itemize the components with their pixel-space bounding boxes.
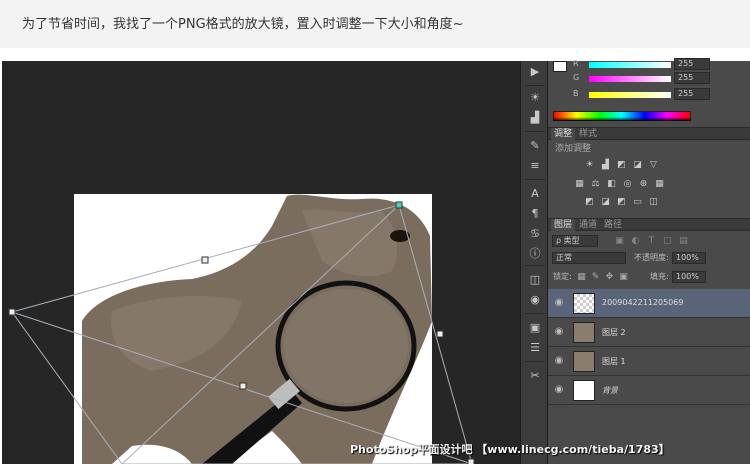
tab-paths[interactable]: 路径 [601, 219, 625, 231]
transform-handle [201, 256, 209, 264]
r-value-field[interactable]: 255 [674, 58, 710, 70]
eye-icon[interactable]: ◉ [526, 293, 544, 307]
pixel-filter-icon[interactable]: ▣ [614, 236, 625, 246]
adjustments-tabbar: 调整 样式 [548, 127, 750, 140]
photo-filter-icon[interactable]: ◎ [622, 179, 633, 189]
shape-filter-icon[interactable]: ▢ [662, 236, 673, 246]
threshold-icon[interactable]: ◩ [616, 197, 627, 207]
fill-field[interactable]: 100% [672, 271, 706, 283]
visibility-eye-icon[interactable]: ◉ [553, 326, 565, 338]
text-icon[interactable]: A [526, 187, 544, 201]
lock-label: 锁定: [553, 272, 572, 281]
vibrance-icon[interactable]: ▽ [648, 160, 659, 170]
visibility-eye-icon[interactable]: ◉ [553, 297, 565, 309]
adjustments-title: 添加调整 [555, 144, 592, 154]
b-value-field[interactable]: 255 [674, 88, 710, 100]
layer-row[interactable]: ◉ 图层 2 [548, 318, 750, 347]
layer-thumbnail [573, 351, 595, 372]
transform-handle [395, 201, 403, 209]
navigator-icon[interactable]: ▣ [526, 321, 544, 335]
exposure-icon[interactable]: ◪ [632, 160, 643, 170]
visibility-eye-icon[interactable]: ◉ [553, 355, 565, 367]
watermark: PhotoShop平面设计吧 【www.linecg.com/tieba/178… [350, 443, 670, 456]
info-icon[interactable]: ⓘ [526, 247, 544, 261]
blend-mode-select[interactable]: 正常 [552, 252, 626, 264]
color-slider-b[interactable]: B 255 [573, 88, 748, 101]
lock-position-icon[interactable]: ✥ [604, 272, 615, 282]
transform-handle [8, 308, 16, 316]
lock-transparency-icon[interactable]: ▦ [576, 272, 587, 282]
lock-pixels-icon[interactable]: ✎ [590, 272, 601, 282]
foreground-swatch[interactable] [553, 61, 567, 72]
type-filter-icon[interactable]: T [646, 236, 657, 246]
notes-icon[interactable]: ☰ [526, 341, 544, 355]
adjust-icon[interactable]: ≡ [526, 159, 544, 173]
document-canvas[interactable] [2, 61, 520, 464]
caption-bar: 为了节省时间，我找了一个PNG格式的放大镜，置入时调整一下大小和角度~ [0, 0, 750, 48]
brightness-icon[interactable]: ☀ [584, 160, 595, 170]
transform-handle [467, 458, 475, 464]
fill-label: 填充: [650, 272, 669, 281]
slider-track-g[interactable] [589, 76, 671, 82]
levels-icon[interactable]: ▟ [600, 160, 611, 170]
g-value-field[interactable]: 255 [674, 72, 710, 84]
layers-comp-icon[interactable]: ◫ [526, 273, 544, 287]
layer-thumbnail [573, 380, 595, 401]
tab-layers[interactable]: 图层 [551, 219, 576, 231]
invert-icon[interactable]: ◩ [584, 197, 595, 207]
hue-icon[interactable]: ▦ [574, 179, 585, 189]
selective-color-icon[interactable]: ◫ [648, 197, 659, 207]
brush-icon[interactable]: ✎ [526, 139, 544, 153]
adjustment-filter-icon[interactable]: ◐ [630, 236, 641, 246]
layer-row[interactable]: ◉ 2009042211205069 [548, 289, 750, 318]
panel-dock-strip: ▶ ☀ ▟ ✎ ≡ A ¶ ♋ ⓘ ◫ ◉ ▣ ☰ ✂ [520, 61, 548, 464]
opacity-field[interactable]: 100% [672, 252, 706, 264]
tab-styles[interactable]: 样式 [576, 128, 600, 140]
mixer-icon[interactable]: ⊛ [638, 179, 649, 189]
layers-tabbar: 图层 通道 路径 [548, 218, 750, 231]
sun-icon[interactable]: ☀ [526, 91, 544, 105]
caption-text: 为了节省时间，我找了一个PNG格式的放大镜，置入时调整一下大小和角度~ [22, 17, 464, 32]
bw-icon[interactable]: ◧ [606, 179, 617, 189]
balance-icon[interactable]: ⚖ [590, 179, 601, 189]
curves-icon[interactable]: ◩ [616, 160, 627, 170]
canvas-workspace[interactable] [2, 61, 520, 464]
histogram-icon[interactable]: ▟ [526, 111, 544, 125]
scissors-icon[interactable]: ✂ [526, 369, 544, 383]
layer-thumbnail [573, 293, 595, 314]
color-slider-r[interactable]: R 255 [573, 58, 748, 71]
paragraph-icon[interactable]: ¶ [526, 207, 544, 221]
posterize-icon[interactable]: ◪ [600, 197, 611, 207]
layer-thumbnail [573, 322, 595, 343]
tab-channels[interactable]: 通道 [576, 219, 600, 231]
layer-kind-filter[interactable]: ρ 类型 [552, 235, 598, 247]
play-icon[interactable]: ▶ [526, 65, 544, 79]
opacity-label: 不透明度: [634, 253, 669, 262]
transform-handle [436, 330, 444, 338]
lock-all-icon[interactable]: ▣ [618, 272, 629, 282]
color-slider-g[interactable]: G 255 [573, 72, 748, 85]
gradient-map-icon[interactable]: ▭ [632, 197, 643, 207]
layer-row[interactable]: ◉ 图层 1 [548, 347, 750, 376]
slider-track-r[interactable] [589, 62, 671, 68]
panels-area: R 255 G 255 B 255 调整 样式 添加调整 ☀ ▟ ◩ ◪ ▽ ▦… [548, 58, 750, 464]
smart-filter-icon[interactable]: ▤ [678, 236, 689, 246]
transform-handle [239, 382, 247, 390]
layer-row[interactable]: ◉ 背景 [548, 376, 750, 405]
glyphs-icon[interactable]: ♋ [526, 227, 544, 241]
visibility-eye-icon[interactable]: ◉ [553, 384, 565, 396]
slider-track-b[interactable] [589, 92, 671, 98]
lookup-icon[interactable]: ▦ [654, 179, 665, 189]
tab-adjustments[interactable]: 调整 [551, 128, 576, 140]
